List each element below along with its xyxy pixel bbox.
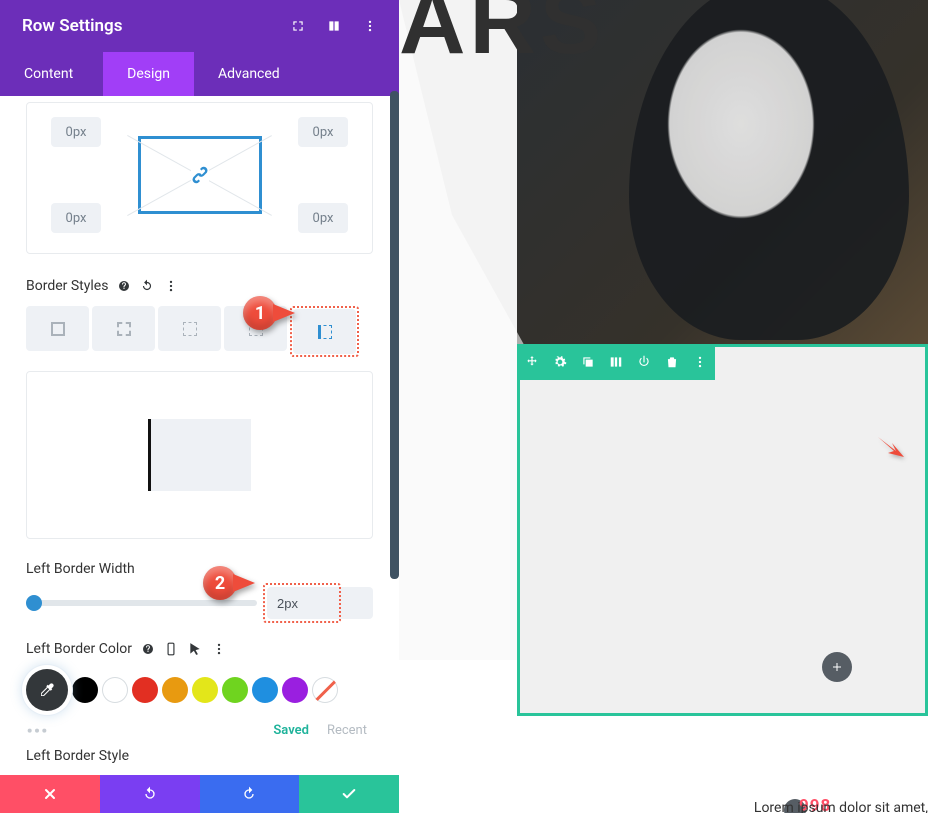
header-icon-group — [291, 19, 377, 33]
left-border-width-row — [26, 587, 373, 619]
left-border-color-label-row: Left Border Color — [26, 641, 373, 657]
slider-thumb[interactable] — [26, 595, 42, 611]
tab-advanced[interactable]: Advanced — [194, 52, 304, 96]
module-toolbar — [517, 344, 715, 380]
swatch-green[interactable] — [222, 677, 248, 703]
spacing-top-left[interactable]: 0px — [51, 117, 101, 147]
more-vertical-icon[interactable] — [363, 19, 377, 33]
hover-icon[interactable] — [188, 642, 202, 656]
spacing-bottom-left[interactable]: 0px — [51, 203, 101, 233]
scrollbar-thumb[interactable] — [390, 91, 399, 579]
settings-panel: Row Settings Content Design Advanced 0px… — [0, 0, 399, 813]
more-vertical-icon[interactable] — [693, 355, 707, 369]
swatch-red[interactable] — [132, 677, 158, 703]
swatch-yellow[interactable] — [192, 677, 218, 703]
close-icon — [42, 786, 58, 802]
gear-icon[interactable] — [553, 355, 567, 369]
column-icon[interactable] — [327, 19, 341, 33]
help-icon[interactable] — [142, 642, 154, 656]
undo-button[interactable] — [100, 775, 200, 813]
border-style-right[interactable] — [158, 306, 221, 351]
palette-tabs-row: Saved Recent — [26, 723, 373, 738]
spacing-top-right[interactable]: 0px — [298, 117, 348, 147]
panel-scroll-area[interactable]: 0px 0px 0px 0px Border Styles — [0, 96, 399, 813]
border-preview-shape — [148, 419, 251, 491]
redo-icon — [241, 786, 257, 802]
left-border-width-label: Left Border Width — [26, 561, 135, 577]
more-vertical-icon[interactable] — [164, 279, 178, 293]
hero-title: ARS — [399, 0, 605, 75]
tab-bar: Content Design Advanced — [0, 52, 399, 96]
swatch-purple[interactable] — [282, 677, 308, 703]
spacing-bottom-right[interactable]: 0px — [298, 203, 348, 233]
border-style-left[interactable] — [293, 309, 356, 354]
color-swatch-row — [26, 669, 373, 711]
footer-lorem: Lorem ipsum dolor sit amet, — [754, 800, 928, 813]
more-horizontal-icon[interactable] — [26, 727, 48, 734]
swatch-none[interactable] — [312, 677, 338, 703]
spacing-left-col: 0px 0px — [51, 117, 101, 233]
phone-icon[interactable] — [164, 642, 178, 656]
border-style-bottom[interactable] — [224, 306, 287, 351]
annotation-arrow-icon — [878, 437, 904, 457]
input-highlight — [263, 583, 341, 623]
expand-icon[interactable] — [291, 19, 305, 33]
panel-title: Row Settings — [22, 16, 291, 36]
reset-icon[interactable] — [140, 279, 154, 293]
border-style-all[interactable] — [26, 306, 89, 351]
border-styles-label: Border Styles — [26, 278, 108, 294]
left-border-color-label: Left Border Color — [26, 641, 132, 657]
help-icon[interactable] — [118, 279, 130, 293]
panel-action-bar — [0, 775, 399, 813]
tab-content[interactable]: Content — [0, 52, 103, 96]
swatch-white[interactable] — [102, 677, 128, 703]
palette-recent-tab[interactable]: Recent — [327, 723, 367, 738]
move-icon[interactable] — [525, 355, 539, 369]
link-icon — [191, 166, 209, 184]
spacing-right-col: 0px 0px — [298, 117, 348, 233]
redo-button[interactable] — [200, 775, 300, 813]
palette-saved-tab[interactable]: Saved — [273, 723, 309, 738]
border-styles-row — [26, 306, 373, 357]
left-border-width-slider[interactable] — [26, 600, 257, 606]
power-icon[interactable] — [637, 355, 651, 369]
eyedropper-button[interactable] — [26, 669, 68, 711]
columns-icon[interactable] — [609, 355, 623, 369]
selected-module-outline[interactable] — [517, 344, 928, 716]
left-border-style-label: Left Border Style — [26, 748, 129, 764]
left-border-style-label-row: Left Border Style — [26, 748, 373, 764]
panel-header: Row Settings — [0, 0, 399, 52]
border-styles-label-row: Border Styles — [26, 278, 373, 294]
spacing-card: 0px 0px 0px 0px — [26, 102, 373, 254]
swatch-black[interactable] — [72, 677, 98, 703]
discard-button[interactable] — [0, 775, 100, 813]
border-style-top[interactable] — [92, 306, 155, 351]
hero-image-placeholder — [629, 0, 909, 340]
swatch-orange[interactable] — [162, 677, 188, 703]
duplicate-icon[interactable] — [581, 355, 595, 369]
confirm-button[interactable] — [299, 775, 399, 813]
eyedropper-icon — [38, 681, 56, 699]
left-border-width-label-row: Left Border Width — [26, 561, 373, 577]
swatch-blue[interactable] — [252, 677, 278, 703]
undo-icon — [142, 786, 158, 802]
link-values-box[interactable] — [138, 136, 262, 214]
check-icon — [341, 786, 357, 802]
tab-design[interactable]: Design — [103, 52, 194, 96]
page-preview: ARS 998 Lorem ipsum dolor sit amet, — [399, 0, 928, 813]
add-module-button[interactable] — [822, 652, 852, 682]
trash-icon[interactable] — [665, 355, 679, 369]
border-style-highlight — [290, 306, 359, 357]
left-border-width-input-wrap — [267, 587, 373, 619]
plus-icon — [831, 661, 843, 673]
more-vertical-icon[interactable] — [212, 642, 226, 656]
border-preview — [26, 371, 373, 539]
